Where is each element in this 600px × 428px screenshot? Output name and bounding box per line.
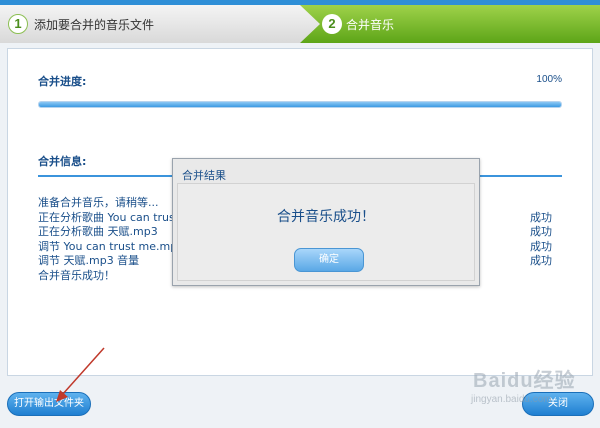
log-text: 正在分析歌曲 You can trus <box>38 210 175 224</box>
step-1-number: 1 <box>8 14 28 34</box>
log-text: 合并音乐成功！ <box>38 268 115 282</box>
dialog-message: 合并音乐成功！ <box>277 209 375 225</box>
annotation-arrow-icon <box>56 347 105 402</box>
step-1[interactable]: 1 添加要合并的音乐文件 <box>0 5 320 43</box>
step-2[interactable]: 2 合并音乐 <box>300 5 600 43</box>
progress-percent: 100% <box>536 74 562 85</box>
step-2-label: 合并音乐 <box>346 18 395 32</box>
baidu-watermark: Baidu经验 jingyan.baidu.com <box>465 362 593 412</box>
watermark-url: jingyan.baidu.com <box>471 394 552 405</box>
merge-result-dialog: 合并结果 合并音乐成功！ 确定 <box>172 158 480 286</box>
dialog-body: 合并音乐成功！ 确定 <box>177 183 475 281</box>
log-text: 正在分析歌曲 天赋.mp3 <box>38 225 158 238</box>
log-text: 调节 You can trust me.mp3 <box>38 239 185 253</box>
log-text: 调节 天赋.mp3 音量 <box>38 254 140 267</box>
step-2-number: 2 <box>322 14 342 34</box>
info-title: 合并信息: <box>38 155 87 168</box>
log-text: 准备合并音乐，请稍等... <box>38 196 159 209</box>
ok-button[interactable]: 确定 <box>294 248 364 272</box>
progress-bar <box>38 101 562 108</box>
step-1-label: 添加要合并的音乐文件 <box>34 18 155 32</box>
progress-fill <box>39 102 561 107</box>
step-header: 1 添加要合并的音乐文件 2 合并音乐 <box>0 5 600 43</box>
dialog-title: 合并结果 <box>182 169 226 182</box>
watermark-logo: Baidu经验 <box>473 370 576 392</box>
progress-title: 合并进度: <box>38 75 87 88</box>
